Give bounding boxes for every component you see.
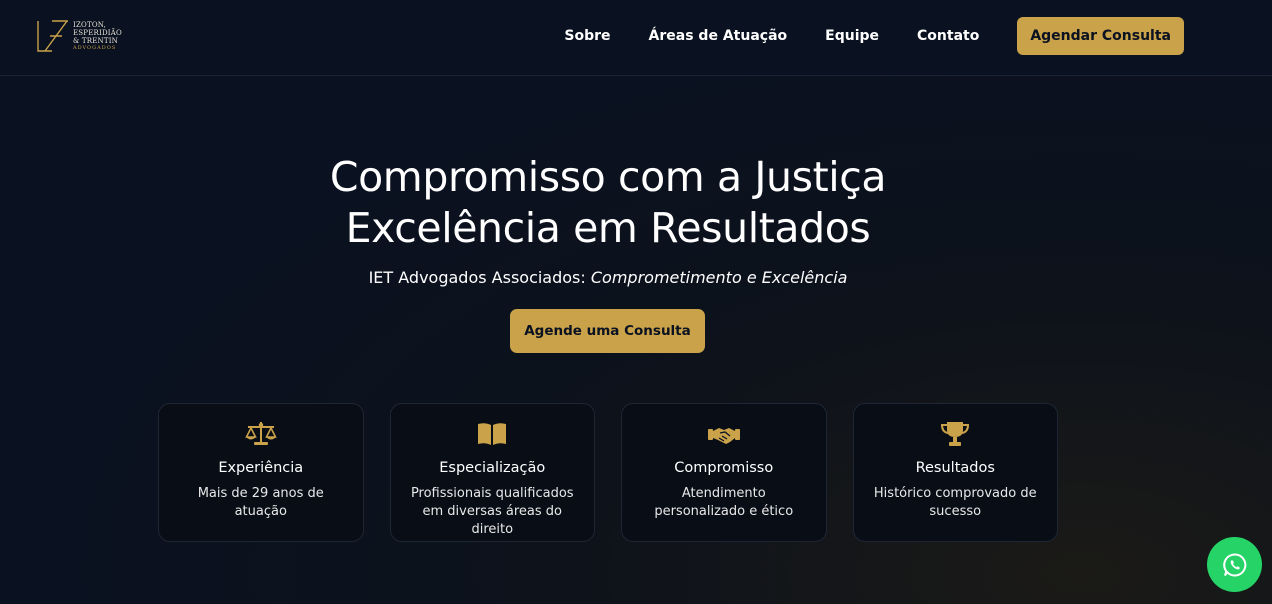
hero-title-line-1: Compromisso com a Justiça [329, 153, 887, 201]
nav-contato[interactable]: Contato [917, 28, 979, 44]
logo-line-1: IZOTON, [73, 20, 107, 29]
logo-mark-icon [37, 20, 68, 52]
logo-line-3: & TRENTIN [73, 36, 118, 45]
feature-card-resultados: Resultados Histórico comprovado de suces… [852, 403, 1058, 542]
feature-title: Resultados [915, 460, 995, 476]
feature-description: Histórico comprovado de sucesso [873, 486, 1037, 519]
feature-title: Compromisso [674, 460, 774, 476]
site-header: IZOTON, ESPERIDIÃO & TRENTIN ADVOGADOS S… [0, 0, 1272, 76]
nav-equipe[interactable]: Equipe [825, 28, 879, 44]
hero-title: Compromisso com a Justiça Excelência em … [0, 152, 1216, 254]
feature-title: Especialização [439, 460, 546, 476]
nav-sobre[interactable]: Sobre [564, 28, 610, 44]
feature-description: Atendimento personalizado e ético [654, 486, 794, 519]
book-icon [478, 423, 507, 445]
hero-subtitle-italic: Comprometimento e Excelência [590, 268, 848, 287]
hero-subtitle: IET Advogados Associados: Comprometiment… [0, 268, 1216, 288]
main-nav: Sobre Áreas de Atuação Equipe Contato Ag… [564, 17, 1184, 55]
logo[interactable]: IZOTON, ESPERIDIÃO & TRENTIN ADVOGADOS [36, 18, 146, 54]
book-consultation-button[interactable]: Agende uma Consulta [510, 309, 705, 353]
nav-areas-de-atuacao[interactable]: Áreas de Atuação [649, 28, 788, 44]
whatsapp-icon [1222, 552, 1246, 576]
feature-description: Profissionais qualificados em diversas á… [410, 486, 574, 537]
hero-subtitle-plain: IET Advogados Associados: [368, 268, 591, 287]
trophy-icon [941, 422, 970, 446]
handshake-icon [707, 428, 740, 444]
hero-title-line-2: Excelência em Resultados [345, 204, 871, 252]
scale-icon [244, 422, 277, 445]
features-section: Experiência Mais de 29 anos de atuação E… [158, 403, 1058, 542]
whatsapp-button[interactable] [1207, 537, 1262, 592]
feature-card-especializacao: Especialização Profissionais qualificado… [389, 403, 595, 542]
feature-description: Mais de 29 anos de atuação [197, 486, 324, 519]
schedule-consultation-button[interactable]: Agendar Consulta [1017, 17, 1184, 55]
feature-title: Experiência [218, 460, 304, 476]
logo-text: IZOTON, ESPERIDIÃO & TRENTIN ADVOGADOS [73, 21, 122, 52]
logo-line-4: ADVOGADOS [73, 44, 117, 51]
feature-card-compromisso: Compromisso Atendimento personalizado e … [621, 403, 827, 542]
logo-line-2: ESPERIDIÃO [73, 28, 122, 37]
feature-card-experiencia: Experiência Mais de 29 anos de atuação [158, 403, 364, 542]
